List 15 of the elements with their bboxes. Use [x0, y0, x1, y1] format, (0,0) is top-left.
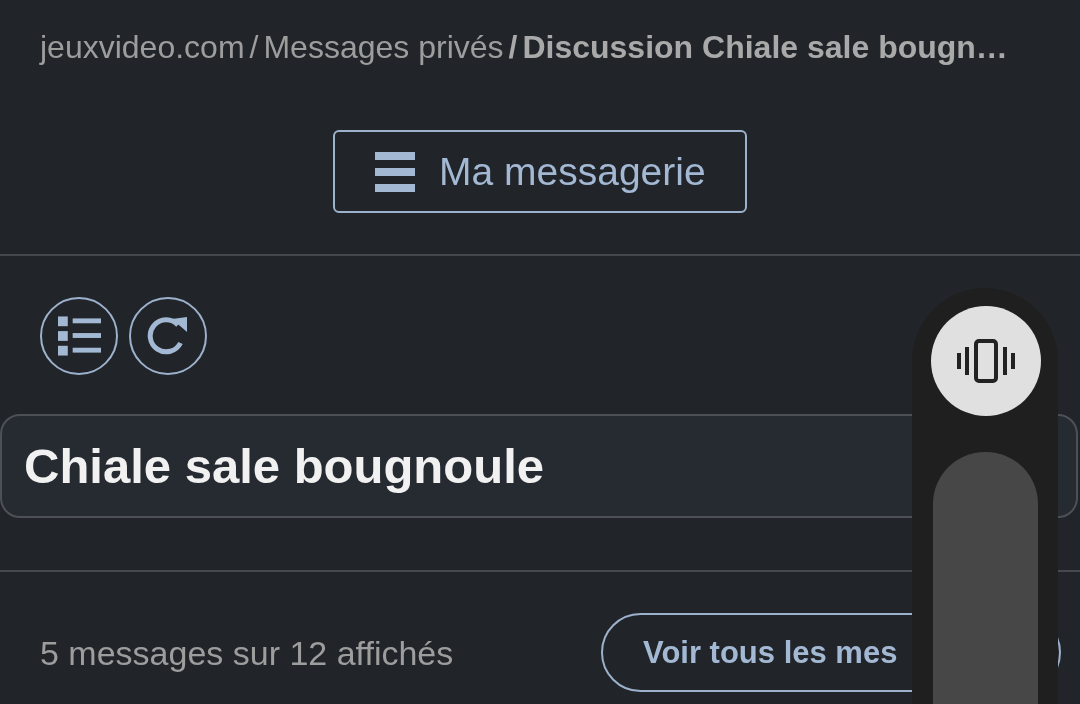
vibrate-icon	[956, 339, 1016, 383]
message-count-text: 5 messages sur 12 affichés	[40, 632, 455, 673]
volume-slider-track[interactable]	[933, 452, 1038, 704]
menu-icon	[375, 151, 415, 192]
breadcrumb-separator: /	[508, 28, 518, 66]
breadcrumb-current: Discussion Chiale sale bougn…	[522, 28, 1008, 66]
refresh-button[interactable]	[129, 297, 207, 375]
breadcrumb-link[interactable]: jeuxvideo.com	[40, 28, 245, 66]
discussion-title: Chiale sale bougnoule	[24, 438, 545, 495]
list-icon	[57, 316, 101, 356]
breadcrumb-link[interactable]: Messages privés	[263, 28, 504, 66]
list-button[interactable]	[40, 297, 118, 375]
breadcrumb-separator: /	[249, 28, 259, 66]
messagerie-button[interactable]: Ma messagerie	[333, 130, 747, 213]
refresh-icon	[147, 315, 189, 357]
